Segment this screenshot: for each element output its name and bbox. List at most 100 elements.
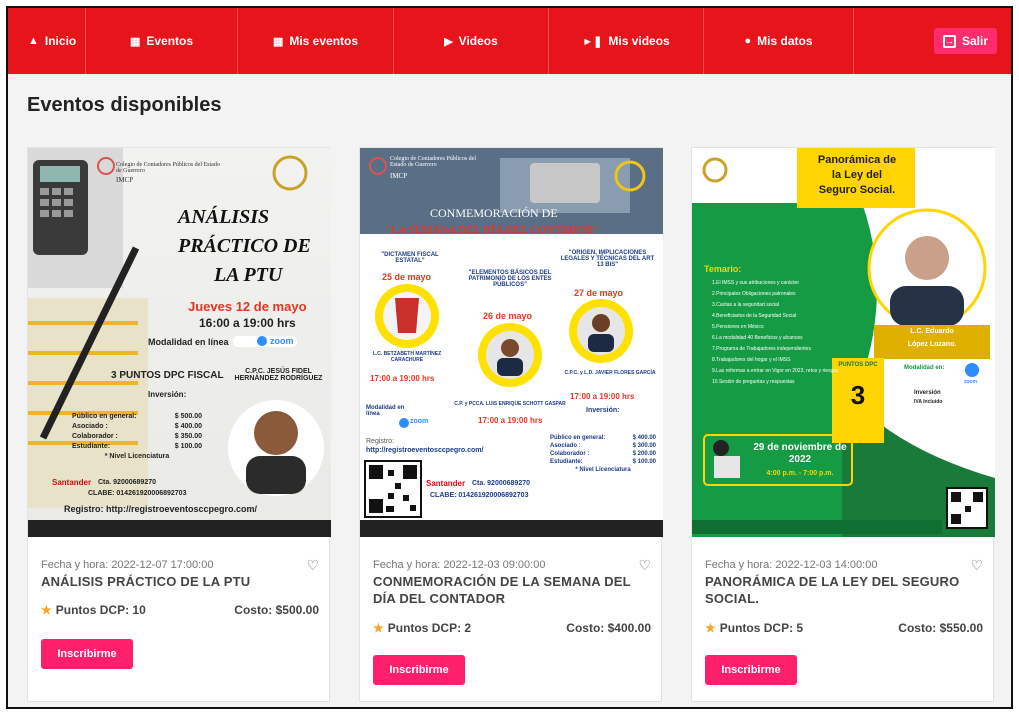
clock-icon	[713, 440, 729, 456]
poster-account: Cta. 92000689270	[472, 480, 530, 487]
event-title: ANÁLISIS PRÁCTICO DE LA PTU	[41, 574, 251, 589]
heart-icon[interactable]: ♡	[306, 557, 319, 574]
nav-inicio-label: Inicio	[44, 34, 77, 48]
poster-title-line3: LA PTU	[214, 264, 283, 286]
poster-org: Colegio de Contadores Públicos del Estad…	[390, 156, 476, 168]
poster-speaker: C.P.C. JESÚS FIDEL HERNÁNDEZ RODRÍGUEZ	[234, 368, 323, 382]
topic-item: 5.Pensiones en México	[712, 324, 764, 330]
event-card: Colegio de Contadores Públicos del Estad…	[359, 147, 663, 702]
topic-item: 2.Principales Obligaciones patronales	[712, 291, 796, 297]
poster-nivel: * Nivel Licenciatura	[575, 467, 631, 473]
nav-mis-eventos[interactable]: ▦ Mis eventos	[238, 8, 394, 74]
poster-registro: Registro:	[366, 438, 395, 445]
event-title: PANORÁMICA DE LA LEY DEL SEGURO SOCIAL.	[705, 574, 960, 606]
logout-button[interactable]: → Salir	[933, 28, 997, 54]
poster-speaker: C.P. y PCCA. LUIS ENRIQUE SCHOTT GASPAR	[454, 401, 566, 407]
logout-icon: →	[942, 34, 956, 48]
poster-time: 4:00 p.m. - 7:00 p.m.	[766, 470, 834, 477]
nav-mis-videos-label: Mis videos	[608, 34, 670, 48]
event-cost: Costo: $550.00	[898, 621, 983, 635]
poster-temario: Temario:	[704, 264, 742, 274]
nav-mis-datos[interactable]: ● Mis datos	[704, 8, 854, 74]
event-card: Panorámica de la Ley del Seguro Social. …	[691, 147, 995, 702]
poster-speaker: C.P.C. y L.D. JAVIER FLORES GARCÍA	[564, 370, 656, 376]
poster-org: Colegio de Contadores Públicos del Estad…	[116, 162, 220, 174]
price-label: Público en general:	[550, 435, 606, 441]
heart-icon[interactable]: ♡	[970, 557, 983, 574]
calendar-icon: ▦	[129, 35, 141, 48]
price-value: $ 400.00	[174, 423, 202, 430]
nav-mis-videos[interactable]: ►❚ Mis videos	[549, 8, 704, 74]
event-poster[interactable]: Panorámica de la Ley del Seguro Social. …	[692, 148, 995, 537]
event-date: Fecha y hora: 2022-12-03 09:00:00	[373, 559, 546, 571]
register-button[interactable]: Inscribirme	[41, 639, 133, 669]
price-value: $ 500.00	[174, 413, 202, 420]
event-cost: Costo: $400.00	[566, 621, 651, 635]
event-cost: Costo: $500.00	[234, 603, 319, 617]
poster-talk: "ELEMENTOS BÁSICOS DEL PATRIMONIO DE LOS…	[468, 270, 552, 288]
page-title: Eventos disponibles	[27, 94, 222, 116]
poster-puntos: PUNTOS DPC	[838, 362, 878, 368]
poster-inversion: Inversión:	[148, 390, 187, 399]
poster-speaker: L.C. BETZABETH MARTÍNEZ CARACHURE	[372, 351, 442, 363]
nav-videos[interactable]: ▶ Videos	[394, 8, 549, 74]
register-button[interactable]: Inscribirme	[705, 655, 797, 685]
poster-speaker: López Lozano.	[907, 341, 957, 348]
nav-mis-eventos-label: Mis eventos	[289, 34, 359, 48]
poster-talk: "ORIGEN, IMPLICACIONES LEGALES Y TÉCNICA…	[560, 250, 655, 268]
nav-videos-label: Videos	[458, 34, 498, 48]
poster-title-line1: ANÁLISIS	[178, 206, 270, 228]
calendar-icon	[714, 456, 740, 478]
poster-points: 3 PUNTOS DPC FISCAL	[111, 370, 224, 381]
price-value: $ 300.00	[632, 443, 656, 449]
poster-mode: Modalidad en línea	[366, 405, 405, 417]
logout-label: Salir	[961, 34, 988, 48]
nav-inicio[interactable]: ▲ Inicio	[8, 8, 86, 74]
topic-item: 10.Sesión de preguntas y respuestas	[712, 379, 795, 385]
price-label: Público en general:	[72, 413, 137, 420]
poster-puntos-num: 3	[850, 380, 866, 410]
poster-time: 17:00 a 19:00 hrs	[370, 374, 435, 383]
event-date: Fecha y hora: 2022-12-07 17:00:00	[41, 559, 214, 571]
price-value: $ 200.00	[632, 451, 656, 457]
poster-day: 26 de mayo	[483, 311, 533, 321]
heart-icon[interactable]: ♡	[638, 557, 651, 574]
event-title: CONMEMORACIÓN DE LA SEMANA DEL DÍA DEL C…	[373, 574, 631, 606]
poster-title-line1: CONMEMORACIÓN DE	[430, 206, 558, 220]
event-poster[interactable]: Colegio de Contadores Públicos del Estad…	[360, 148, 663, 537]
poster-title-line1: Panorámica de	[817, 154, 897, 166]
topic-item: 7.Programa de Trabajadores independiente…	[712, 346, 811, 352]
poster-org-short: IMCP	[390, 172, 408, 180]
price-value: $ 100.00	[174, 443, 202, 450]
nav-eventos[interactable]: ▦ Eventos	[86, 8, 238, 74]
nav-mis-datos-label: Mis datos	[757, 34, 813, 48]
poster-bank: Santander	[426, 479, 466, 488]
event-points-label: Puntos DCP: 5	[719, 621, 804, 635]
price-label: Estudiante:	[72, 443, 111, 450]
price-label: Asociado :	[550, 443, 581, 449]
user-icon: ●	[744, 35, 752, 47]
poster-org-short: IMCP	[116, 176, 134, 184]
event-date: Fecha y hora: 2022-12-03 14:00:00	[705, 559, 878, 571]
poster-registro: Registro: http://registroeventosccpegro.…	[64, 504, 258, 514]
poster-date: Jueves 12 de mayo	[188, 299, 307, 314]
star-icon: ★	[705, 621, 716, 635]
poster-title-line2: PRÁCTICO DE	[178, 235, 311, 257]
event-points: ★ Puntos DCP: 5	[705, 621, 803, 635]
poster-date: 29 de noviembre de 2022	[753, 442, 847, 465]
poster-topics: 1.El IMSS y sus atribuciones y carácter …	[712, 278, 854, 388]
register-button[interactable]: Inscribirme	[373, 655, 465, 685]
event-poster[interactable]: Colegio de Contadores Públicos del Estad…	[28, 148, 331, 537]
star-icon: ★	[373, 621, 384, 635]
poster-mode: Modalidad en línea	[148, 337, 229, 347]
poster-speaker: L.C. Eduardo	[910, 328, 954, 335]
poster-clabe: CLABE: 014261920006892703	[430, 492, 529, 499]
price-label: Colaborador :	[550, 451, 590, 457]
poster-time: 16:00 a 19:00 hrs	[199, 316, 296, 330]
event-points: ★ Puntos DCP: 2	[373, 621, 471, 635]
poster-title-line2: la Ley del	[831, 169, 883, 181]
price-value: $ 350.00	[174, 433, 202, 440]
home-icon: ▲	[28, 35, 39, 47]
poster-account: Cta. 92000689270	[98, 479, 156, 486]
poster-zoom: zoom	[270, 336, 294, 346]
